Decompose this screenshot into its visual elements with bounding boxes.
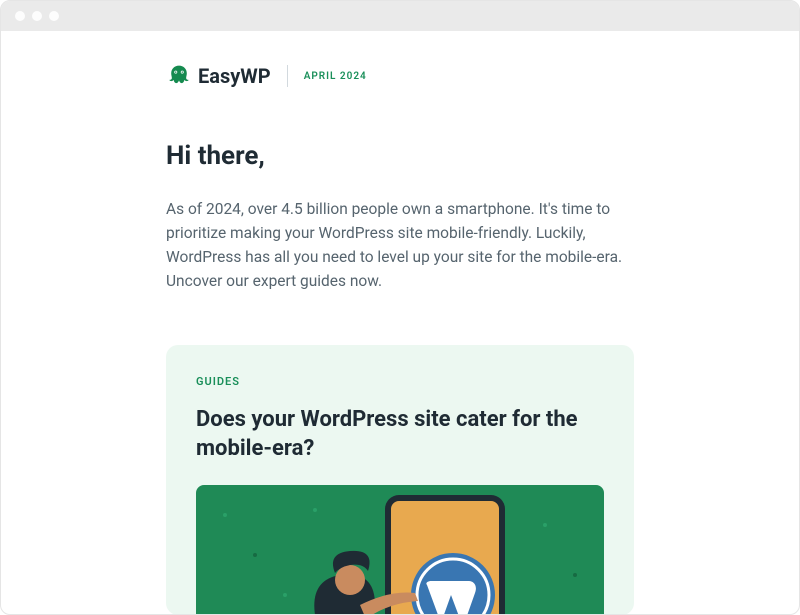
guide-card[interactable]: GUIDES Does your WordPress site cater fo… — [166, 345, 634, 615]
card-illustration — [196, 485, 604, 615]
intro-paragraph: As of 2024, over 4.5 billion people own … — [1, 197, 799, 293]
issue-date: APRIL 2024 — [304, 71, 367, 82]
brand-name: EasyWP — [198, 64, 271, 88]
card-title: Does your WordPress site cater for the m… — [196, 406, 604, 463]
browser-window: EasyWP APRIL 2024 Hi there, As of 2024, … — [0, 0, 800, 615]
window-dot — [32, 11, 42, 21]
card-category: GUIDES — [196, 375, 604, 388]
window-dot — [15, 11, 25, 21]
window-dot — [49, 11, 59, 21]
brand-logo: EasyWP — [166, 63, 271, 89]
octopus-icon — [166, 63, 192, 89]
window-titlebar — [1, 1, 799, 31]
greeting-heading: Hi there, — [1, 141, 799, 171]
separator — [287, 65, 288, 87]
email-header: EasyWP APRIL 2024 — [1, 63, 799, 89]
email-content: EasyWP APRIL 2024 Hi there, As of 2024, … — [1, 31, 799, 615]
